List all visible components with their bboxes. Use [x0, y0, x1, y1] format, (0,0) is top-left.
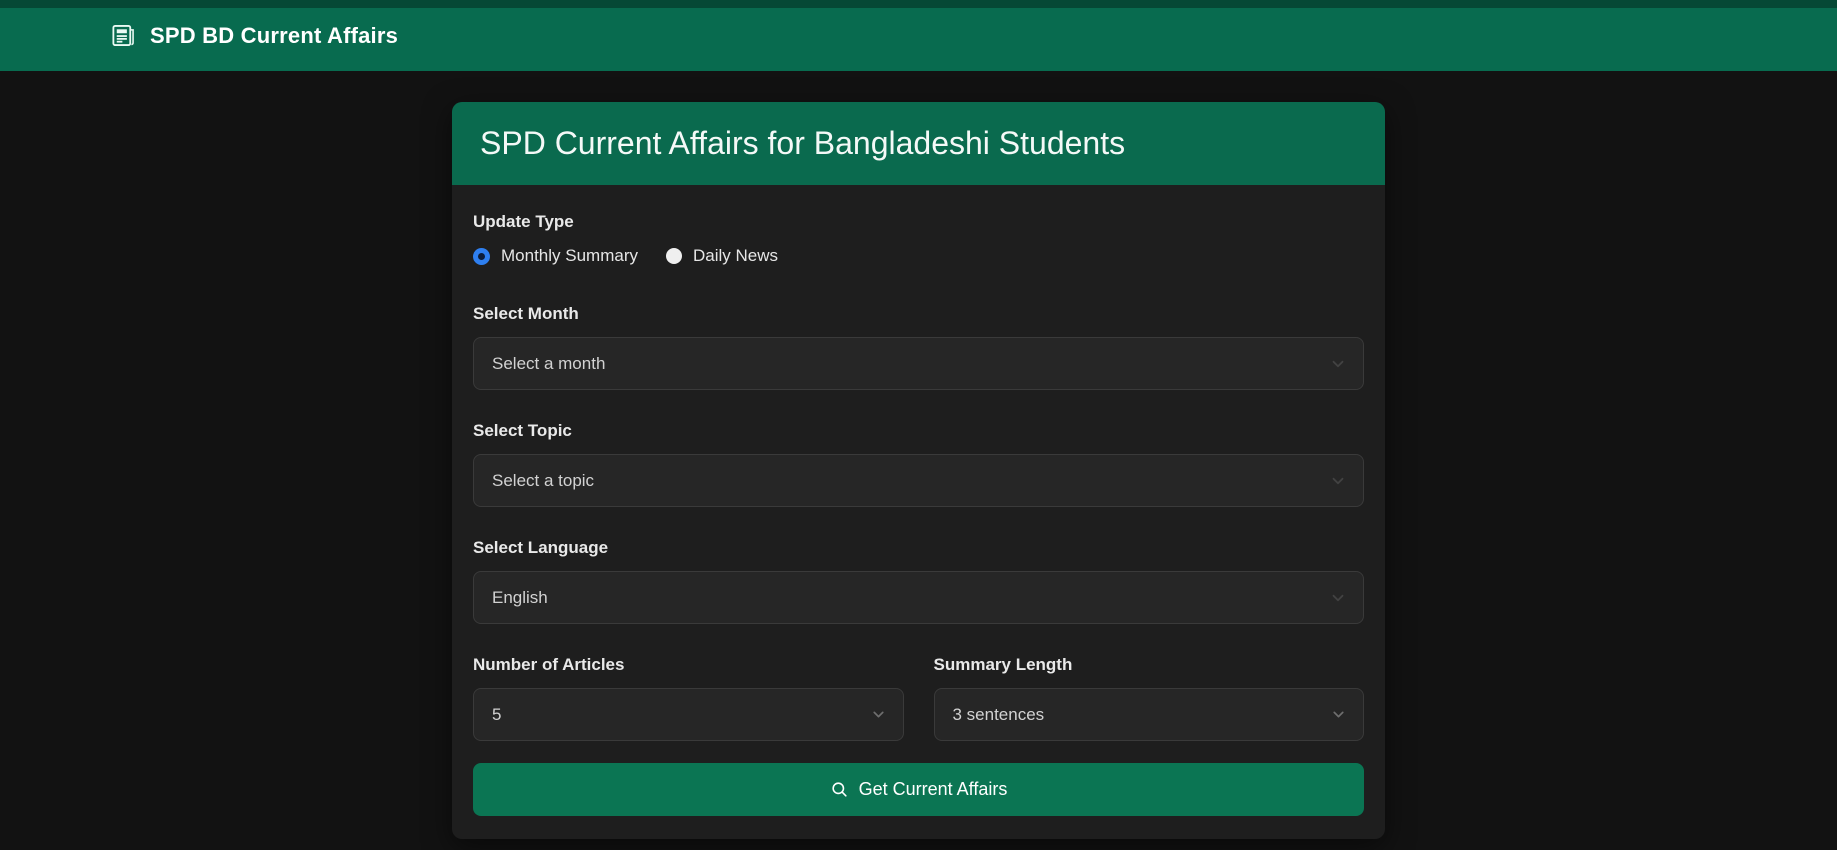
newspaper-icon [110, 22, 137, 49]
language-select-value: English [492, 587, 548, 607]
chevron-down-icon [1329, 589, 1347, 607]
topic-label: Select Topic [473, 421, 572, 440]
radio-unselected-icon[interactable] [665, 248, 682, 264]
topic-select[interactable]: Select a topic [473, 454, 1364, 507]
chevron-down-icon [1329, 355, 1347, 373]
radio-selected-icon[interactable] [473, 247, 490, 265]
month-select-value: Select a month [492, 353, 606, 373]
update-type-label: Update Type [473, 212, 574, 231]
update-type-group: Monthly Summary Daily News [473, 245, 1364, 267]
summary-length-select-value: 3 sentences [952, 704, 1045, 724]
summary-length-label: Summary Length [933, 655, 1073, 674]
chevron-down-icon [1329, 472, 1347, 490]
topic-select-value: Select a topic [492, 470, 595, 490]
chevron-down-icon [870, 706, 887, 723]
radio-monthly-summary[interactable]: Monthly Summary [473, 246, 638, 266]
card-title: SPD Current Affairs for Bangladeshi Stud… [480, 125, 1126, 161]
chevron-down-icon [1330, 706, 1347, 723]
articles-select-value: 5 [492, 704, 502, 724]
month-label: Select Month [473, 304, 579, 323]
language-select[interactable]: English [473, 571, 1364, 624]
summary-length-select[interactable]: 3 sentences [933, 688, 1364, 741]
month-select[interactable]: Select a month [473, 337, 1364, 390]
app-title: SPD BD Current Affairs [150, 22, 399, 48]
card-header: SPD Current Affairs for Bangladeshi Stud… [452, 102, 1385, 185]
radio-daily-news[interactable]: Daily News [665, 246, 779, 266]
articles-label: Number of Articles [473, 655, 625, 674]
radio-daily-news-label: Daily News [692, 246, 779, 265]
search-icon [830, 780, 849, 799]
card-body: Update Type Monthly Summary Daily News S… [452, 185, 1385, 837]
topbar: SPD BD Current Affairs [0, 0, 1837, 71]
articles-summary-row: Number of Articles 5 Summary Length 3 se… [473, 654, 1364, 741]
language-label: Select Language [473, 538, 609, 557]
radio-monthly-summary-label: Monthly Summary [501, 246, 638, 265]
get-current-affairs-label: Get Current Affairs [858, 779, 1008, 799]
articles-select[interactable]: 5 [473, 688, 904, 741]
get-current-affairs-button[interactable]: Get Current Affairs [473, 763, 1364, 816]
current-affairs-card: SPD Current Affairs for Bangladeshi Stud… [452, 102, 1385, 839]
